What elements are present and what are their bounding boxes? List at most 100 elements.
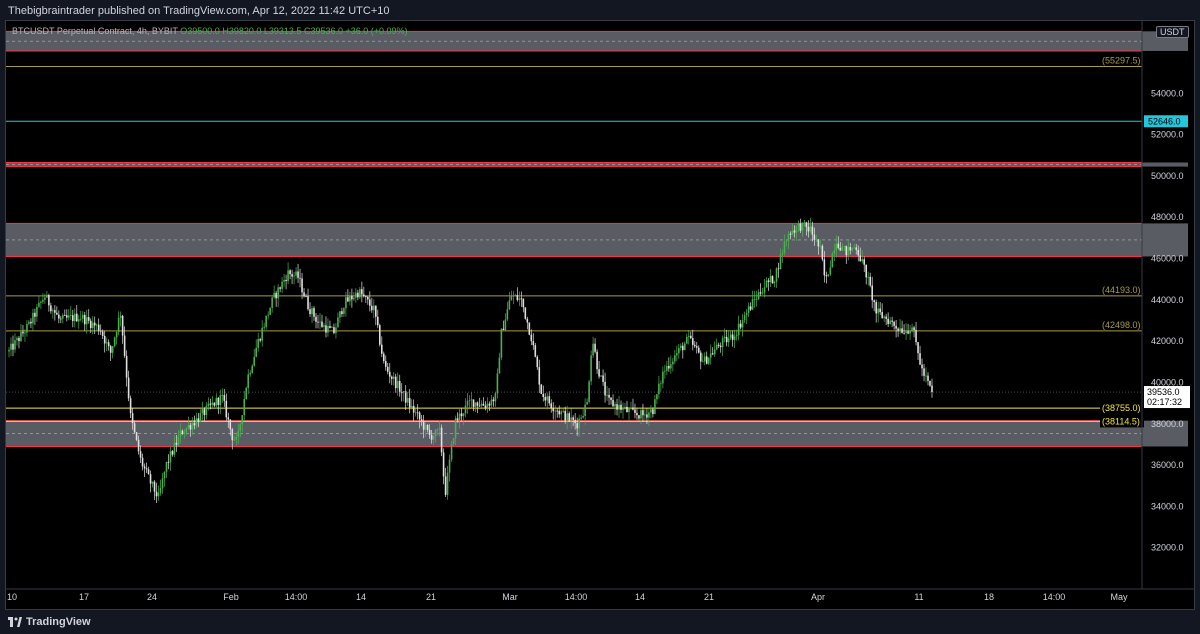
candle-body[interactable] <box>50 305 52 312</box>
candle-body[interactable] <box>343 308 345 314</box>
candle-body[interactable] <box>375 305 377 317</box>
candle-body[interactable] <box>777 268 780 270</box>
candle-body[interactable] <box>361 289 363 295</box>
candle-body[interactable] <box>30 321 32 324</box>
candle-body[interactable] <box>743 315 746 321</box>
candle-body[interactable] <box>817 239 820 247</box>
candle-body[interactable] <box>628 409 630 413</box>
candle-body[interactable] <box>173 442 176 455</box>
candle-body[interactable] <box>36 306 38 317</box>
candle-body[interactable] <box>701 361 704 363</box>
price-chart[interactable]: (55297.5) 52646.0 (44193.0) (42498.0) (38755… <box>0 0 1200 634</box>
candle-body[interactable] <box>333 327 335 334</box>
candle-body[interactable] <box>684 343 686 351</box>
candle-body[interactable] <box>73 313 76 322</box>
candle-body[interactable] <box>460 413 463 417</box>
candle-body[interactable] <box>871 285 873 301</box>
candle-body[interactable] <box>16 337 18 341</box>
candle-body[interactable] <box>845 245 848 256</box>
candle-body[interactable] <box>785 240 788 242</box>
candle-body[interactable] <box>293 275 295 277</box>
currency-button[interactable]: USDT <box>1156 26 1189 38</box>
candle-body[interactable] <box>42 299 44 302</box>
candle-body[interactable] <box>626 406 628 413</box>
candle-body[interactable] <box>103 335 106 344</box>
candle-body[interactable] <box>221 395 224 396</box>
candle-body[interactable] <box>394 376 397 389</box>
candle-body[interactable] <box>149 474 152 484</box>
candle-body[interactable] <box>422 421 425 430</box>
candle-body[interactable] <box>418 412 421 420</box>
candle-body[interactable] <box>658 383 660 395</box>
candle-body[interactable] <box>540 384 543 394</box>
candle-body[interactable] <box>159 488 162 493</box>
candle-body[interactable] <box>711 353 714 355</box>
candle-body[interactable] <box>369 299 371 306</box>
candle-body[interactable] <box>566 413 568 421</box>
candle-body[interactable] <box>556 410 559 412</box>
candle-body[interactable] <box>151 481 154 484</box>
candle-body[interactable] <box>552 408 555 412</box>
candle-body[interactable] <box>624 406 626 408</box>
candle-body[interactable] <box>723 336 726 339</box>
candle-body[interactable] <box>177 436 180 445</box>
candle-body[interactable] <box>666 365 668 371</box>
candle-body[interactable] <box>414 412 417 414</box>
candle-body[interactable] <box>901 328 903 333</box>
candle-body[interactable] <box>646 414 648 418</box>
candle-body[interactable] <box>24 332 26 334</box>
candle-body[interactable] <box>883 316 885 318</box>
candle-body[interactable] <box>642 410 644 416</box>
candle-body[interactable] <box>600 375 602 377</box>
candle-body[interactable] <box>410 405 413 408</box>
candle-body[interactable] <box>277 287 279 299</box>
candle-body[interactable] <box>390 376 393 379</box>
candle-body[interactable] <box>48 294 50 306</box>
candle-body[interactable] <box>630 407 632 410</box>
candle-body[interactable] <box>881 312 883 318</box>
candle-body[interactable] <box>689 335 692 339</box>
candle-body[interactable] <box>309 309 311 315</box>
candle-body[interactable] <box>733 336 736 340</box>
candle-body[interactable] <box>707 357 710 364</box>
candle-body[interactable] <box>709 353 712 358</box>
candle-body[interactable] <box>660 383 662 385</box>
candle-body[interactable] <box>913 327 915 330</box>
candle-body[interactable] <box>813 234 816 240</box>
candle-body[interactable] <box>602 375 604 382</box>
candle-body[interactable] <box>763 287 766 293</box>
candle-body[interactable] <box>245 387 248 399</box>
candle-body[interactable] <box>765 280 768 288</box>
candle-body[interactable] <box>197 418 200 422</box>
candle-body[interactable] <box>827 274 830 277</box>
candle-body[interactable] <box>502 328 505 330</box>
candle-body[interactable] <box>319 321 321 323</box>
candle-body[interactable] <box>897 328 899 331</box>
candle-body[interactable] <box>837 243 840 248</box>
candle-body[interactable] <box>87 317 90 321</box>
candle-body[interactable] <box>528 322 531 335</box>
candle-body[interactable] <box>400 392 403 394</box>
candle-body[interactable] <box>66 315 68 318</box>
candle-body[interactable] <box>536 356 539 368</box>
candle-body[interactable] <box>640 410 642 419</box>
candle-body[interactable] <box>482 403 485 406</box>
candle-body[interactable] <box>789 233 792 235</box>
candle-body[interactable] <box>670 364 672 369</box>
candle-body[interactable] <box>139 451 142 458</box>
candle-body[interactable] <box>522 298 525 308</box>
candle-body[interactable] <box>873 300 875 303</box>
candle-body[interactable] <box>717 344 720 346</box>
candle-body[interactable] <box>697 347 700 353</box>
candle-body[interactable] <box>291 274 293 277</box>
candle-body[interactable] <box>558 410 561 415</box>
candle-body[interactable] <box>349 296 351 302</box>
candle-body[interactable] <box>715 344 718 350</box>
candle-body[interactable] <box>283 280 285 282</box>
candle-body[interactable] <box>444 476 447 495</box>
candle-body[interactable] <box>674 355 676 362</box>
candle-body[interactable] <box>371 305 373 311</box>
candle-body[interactable] <box>877 308 879 314</box>
candle-body[interactable] <box>285 280 287 282</box>
candle-body[interactable] <box>215 397 218 406</box>
